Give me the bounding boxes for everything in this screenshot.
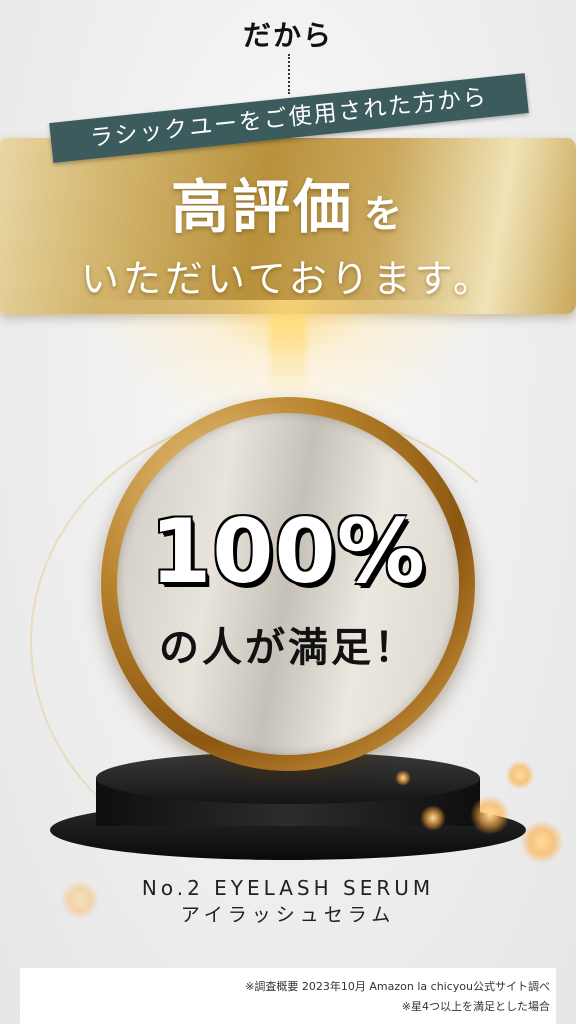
ad-page: だから 高評価を いただいております。 ラシックユーをご使用された方から 100… xyxy=(0,0,576,1024)
footnote-box: ※調査概要 2023年10月 Amazon la chicyou公式サイト調べ … xyxy=(20,968,556,1024)
product-name-jp: アイラッシュセラム xyxy=(180,904,396,926)
title-particle: を xyxy=(364,192,406,236)
light-beam xyxy=(270,315,306,395)
sparkle-icon xyxy=(470,795,510,835)
sparkle-icon xyxy=(420,805,446,831)
lead-text: だから xyxy=(242,19,333,52)
title-main: 高評価 xyxy=(170,173,354,241)
satisfaction-percent: 100% xyxy=(150,500,426,603)
banner-subtitle: いただいております。 xyxy=(81,257,495,301)
sparkle-icon xyxy=(520,820,564,864)
dotted-connector xyxy=(288,54,290,94)
sparkle-icon xyxy=(505,760,535,790)
product-name-en: No.2 EYELASH SERUM xyxy=(141,876,435,900)
satisfaction-caption: の人が満足！ xyxy=(159,625,417,671)
sparkle-icon xyxy=(395,770,411,786)
footnote-criteria: ※星4つ以上を満足とした場合 xyxy=(401,1000,550,1013)
footnote-survey: ※調査概要 2023年10月 Amazon la chicyou公式サイト調べ xyxy=(245,980,550,993)
banner-title: 高評価を xyxy=(0,160,576,244)
